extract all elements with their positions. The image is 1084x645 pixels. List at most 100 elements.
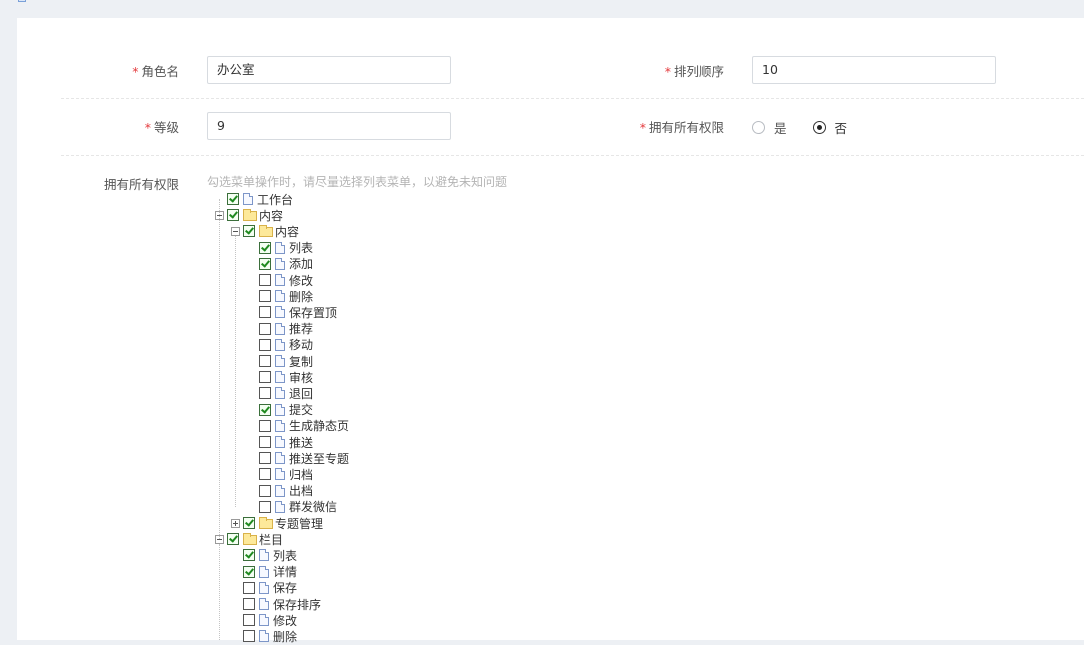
tree-node[interactable]: 归档 <box>259 466 313 482</box>
tree-node[interactable]: 列表 <box>259 240 313 256</box>
file-icon <box>275 403 285 416</box>
tree-checkbox[interactable] <box>259 452 271 465</box>
file-icon <box>259 549 269 562</box>
tree-node[interactable]: 审核 <box>259 369 313 385</box>
tree-checkbox[interactable] <box>243 598 255 610</box>
tree-node[interactable]: 保存 <box>243 580 297 596</box>
tree-node[interactable]: 栏目 <box>215 531 283 547</box>
file-icon <box>259 565 269 578</box>
tree-node[interactable]: 出档 <box>259 483 313 499</box>
tree-checkbox[interactable] <box>227 193 239 205</box>
tree-node[interactable]: 保存排序 <box>243 596 321 612</box>
tree-node[interactable]: 群发微信 <box>259 499 337 515</box>
level-input[interactable]: 9 <box>207 112 451 140</box>
file-icon <box>275 500 285 513</box>
file-icon <box>275 484 285 497</box>
radio-circle-icon <box>752 121 765 134</box>
tree-checkbox[interactable] <box>259 387 271 400</box>
tree-node[interactable]: 删除 <box>259 288 313 304</box>
tree-checkbox[interactable] <box>259 338 271 351</box>
tree-node-label: 推荐 <box>289 322 314 337</box>
file-icon <box>275 274 285 286</box>
tree-checkbox[interactable] <box>259 419 271 432</box>
sort-order-input[interactable]: 10 <box>752 56 996 84</box>
file-icon <box>275 436 285 448</box>
tree-node[interactable]: 推送 <box>259 434 313 450</box>
tree-checkbox[interactable] <box>259 306 271 319</box>
collapse-minus-icon[interactable] <box>231 226 240 236</box>
tree-checkbox[interactable] <box>243 549 255 562</box>
tree-node-label: 详情 <box>273 565 298 580</box>
tree-node[interactable]: 复制 <box>259 353 313 369</box>
tree-node[interactable]: 退回 <box>259 385 313 401</box>
role-form-card: * 角色名 办公室 * 排列顺序 10 * 等级 9 * 拥有所有权限 是 否 拥有所有… <box>17 18 1084 644</box>
tree-checkbox[interactable] <box>259 322 271 335</box>
expand-plus-icon[interactable] <box>231 518 240 528</box>
tree-checkbox[interactable] <box>259 500 271 513</box>
tree-node-label: 出档 <box>289 484 314 499</box>
tree-checkbox[interactable] <box>227 533 239 546</box>
tree-node[interactable]: 提交 <box>259 402 313 418</box>
tree-node[interactable]: 工作台 <box>227 191 293 207</box>
file-icon <box>259 630 269 643</box>
required-mark: * <box>132 64 139 79</box>
tree-node-label: 修改 <box>289 273 314 288</box>
file-icon <box>275 419 285 432</box>
file-icon <box>275 257 285 270</box>
tree-checkbox[interactable] <box>259 484 271 497</box>
tree-node-label: 内容 <box>275 224 300 239</box>
tree-node-label: 内容 <box>259 208 284 223</box>
required-mark: * <box>639 120 646 135</box>
tree-node[interactable]: 保存置顶 <box>259 304 337 320</box>
tree-connector <box>219 199 220 540</box>
tree-checkbox[interactable] <box>243 565 255 578</box>
tree-checkbox[interactable] <box>243 614 255 627</box>
tree-node[interactable]: 推荐 <box>259 321 313 337</box>
file-icon <box>275 322 285 335</box>
tree-node[interactable]: 推送至专题 <box>259 450 349 466</box>
tree-checkbox[interactable] <box>259 274 271 286</box>
tree-node[interactable]: 移动 <box>259 337 313 353</box>
radio-no[interactable]: 否 <box>812 118 847 137</box>
tree-node-label: 生成静态页 <box>289 419 350 434</box>
tree-node[interactable]: 生成静态页 <box>259 418 349 434</box>
file-icon <box>275 241 285 254</box>
role-name-input[interactable]: 办公室 <box>207 56 451 84</box>
tree-checkbox[interactable] <box>259 355 271 367</box>
tree-checkbox[interactable] <box>243 630 255 643</box>
tree-node-label: 删除 <box>273 629 298 644</box>
tree-node-label: 列表 <box>289 241 314 256</box>
tree-checkbox[interactable] <box>243 517 255 529</box>
tree-node-label: 推送至专题 <box>289 451 350 466</box>
radio-yes[interactable]: 是 <box>752 118 787 137</box>
tree-checkbox[interactable] <box>243 225 255 238</box>
file-icon <box>275 387 285 400</box>
tree-checkbox[interactable] <box>259 257 271 270</box>
tree-node[interactable]: 添加 <box>259 256 313 272</box>
tree-checkbox[interactable] <box>259 436 271 448</box>
tree-node[interactable]: 删除 <box>243 628 297 644</box>
tree-node[interactable]: 修改 <box>243 612 297 628</box>
tree-checkbox[interactable] <box>259 468 271 481</box>
file-icon <box>275 290 285 303</box>
tree-node[interactable]: 列表 <box>243 547 297 563</box>
tree-checkbox[interactable] <box>259 403 271 416</box>
permissions-label: 拥有所有权限 <box>103 177 179 192</box>
tree-checkbox[interactable] <box>259 241 271 254</box>
tree-checkbox[interactable] <box>227 209 239 222</box>
tree-node[interactable]: 内容 <box>215 207 283 223</box>
required-mark: * <box>144 120 151 135</box>
tree-node-label: 工作台 <box>257 192 294 207</box>
required-mark: * <box>664 64 671 79</box>
tree-node-label: 退回 <box>289 386 314 401</box>
tree-node-label: 审核 <box>289 370 314 385</box>
tree-node-label: 群发微信 <box>289 500 338 515</box>
tree-checkbox[interactable] <box>259 290 271 303</box>
tree-node[interactable]: 详情 <box>243 564 297 580</box>
tree-checkbox[interactable] <box>259 371 271 384</box>
tree-node[interactable]: 内容 <box>231 223 299 239</box>
tree-node[interactable]: 专题管理 <box>231 515 323 531</box>
tree-checkbox[interactable] <box>243 581 255 594</box>
all-permissions-radio-group: 是 否 <box>752 118 873 137</box>
tree-node[interactable]: 修改 <box>259 272 313 288</box>
